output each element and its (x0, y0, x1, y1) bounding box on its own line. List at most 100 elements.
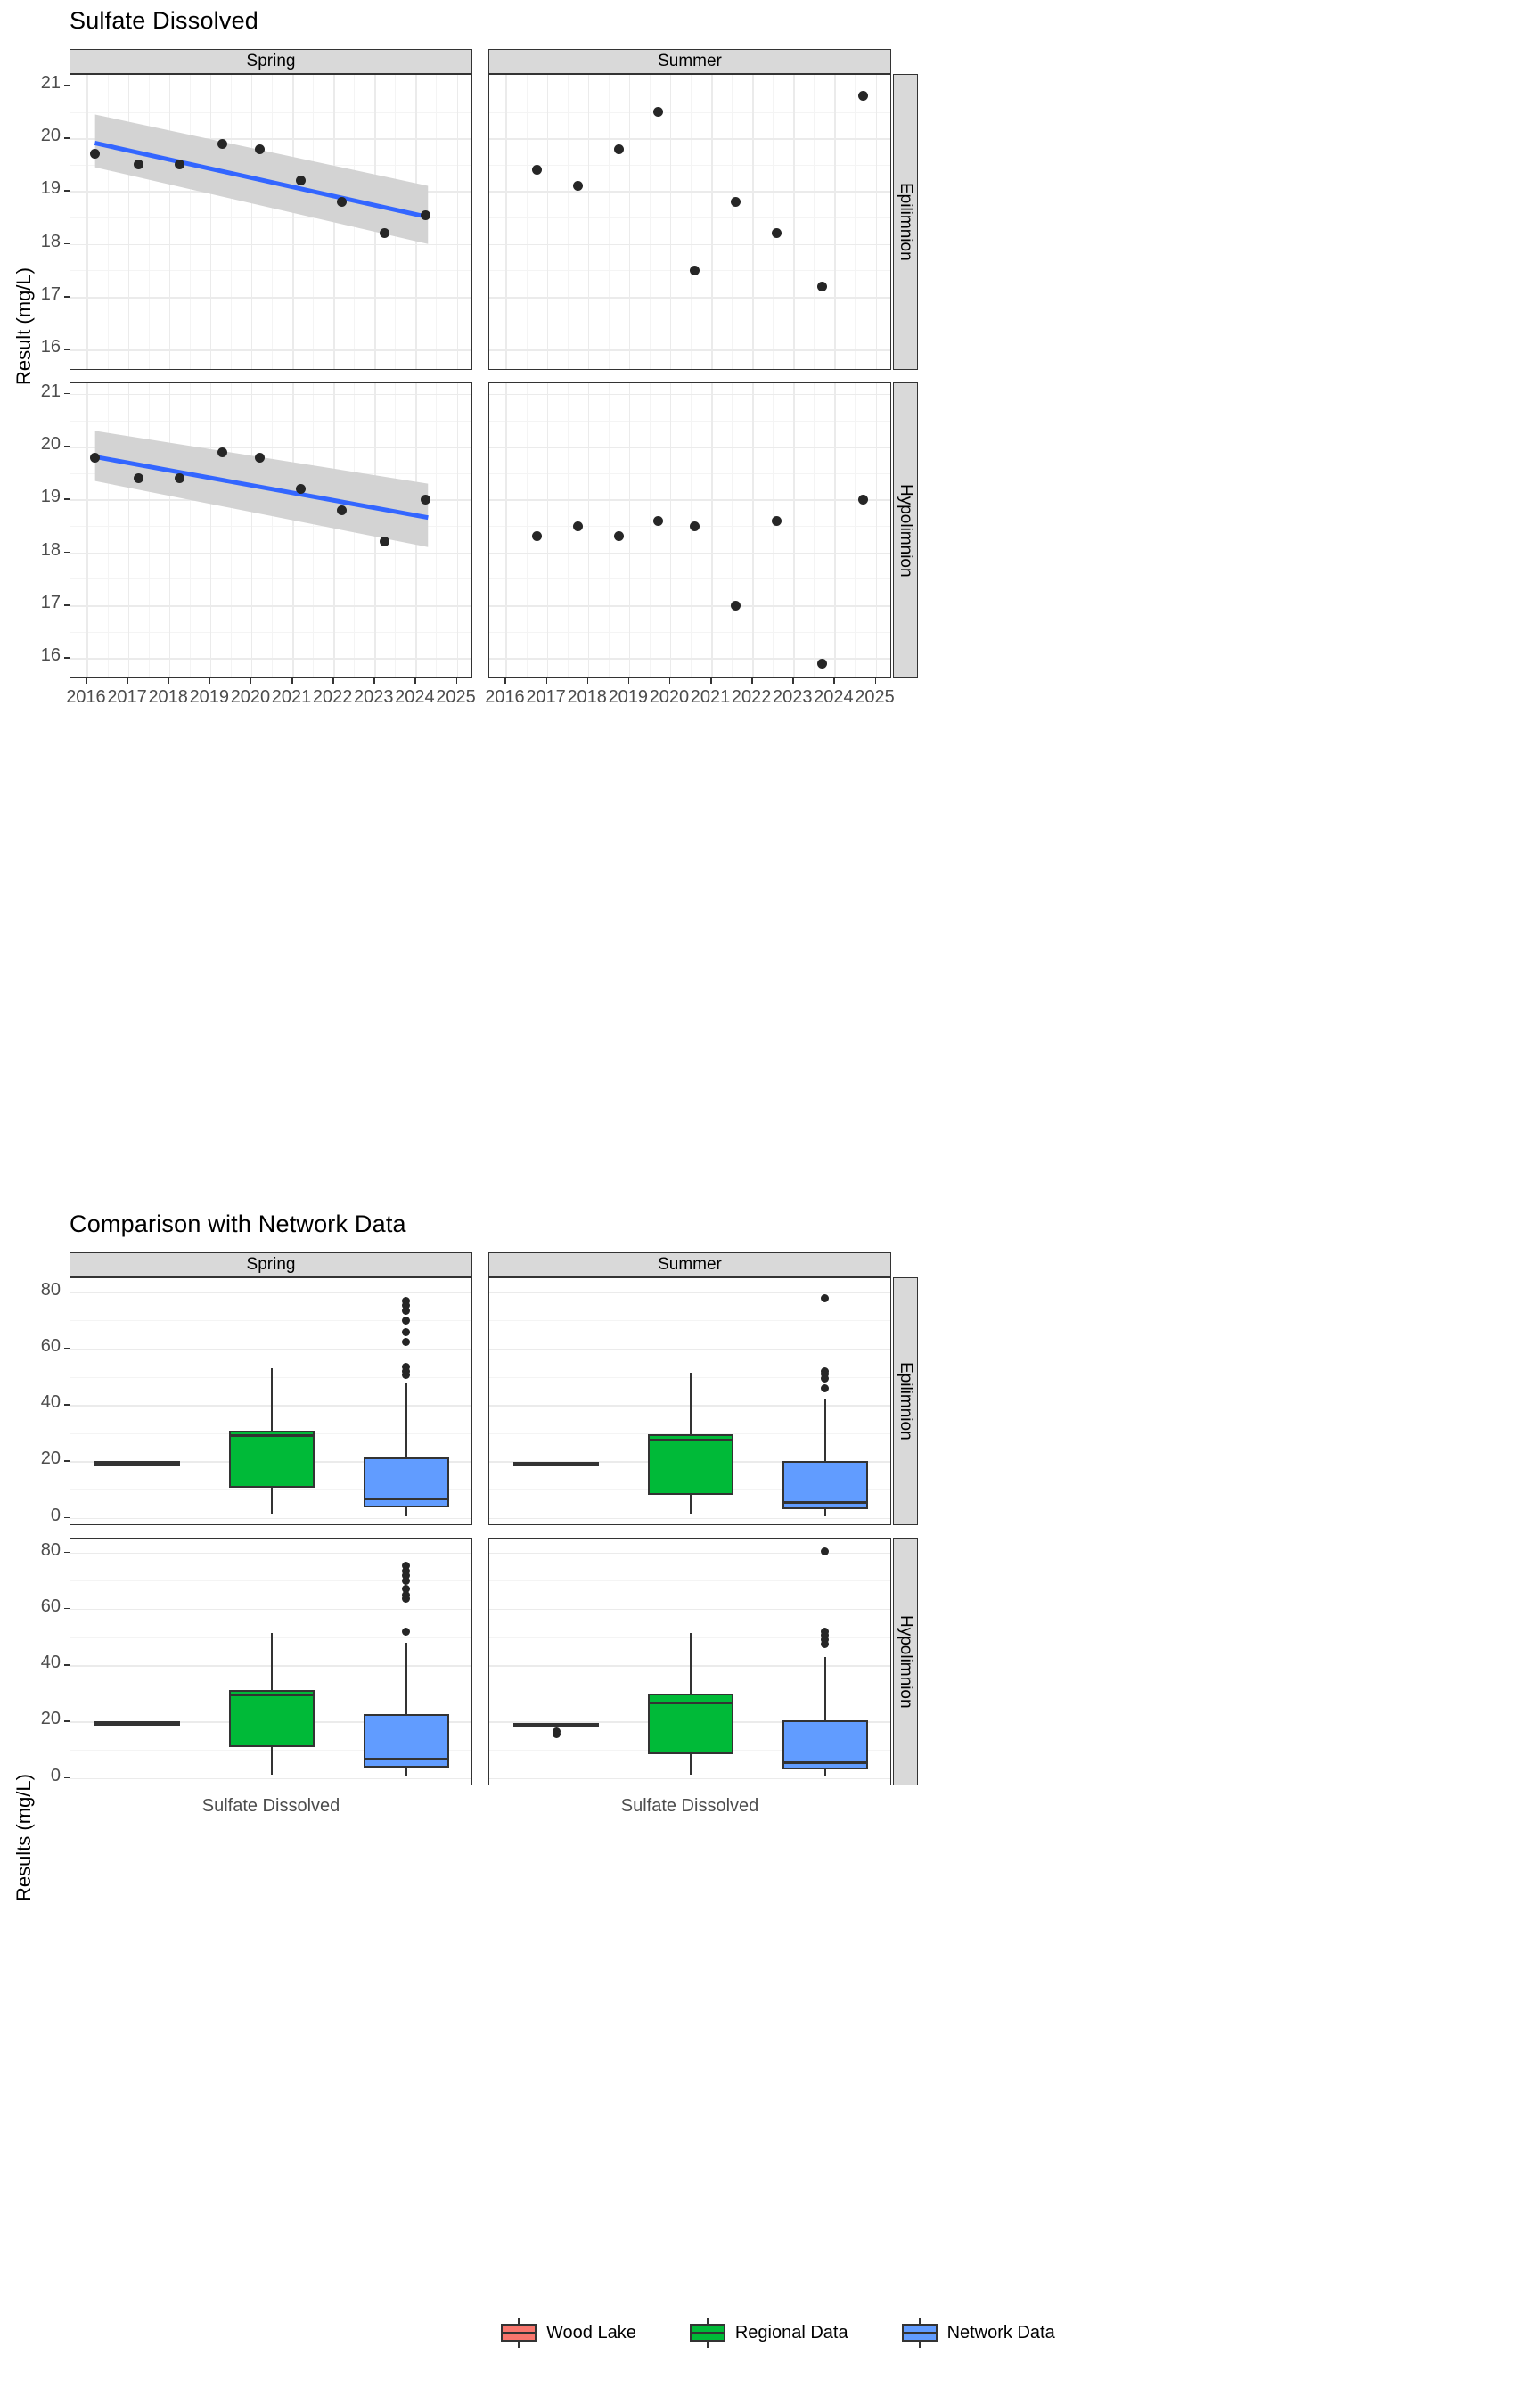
gridline-minor-x (773, 75, 774, 369)
x-tick-mark (710, 678, 712, 684)
x-tick-mark (545, 678, 548, 684)
gridline-major-y (489, 393, 890, 396)
whisker-upper (690, 1372, 692, 1435)
boxplot-outlier (821, 1639, 830, 1648)
gridline-major-x (711, 383, 713, 677)
y-tick-mark (64, 1516, 70, 1519)
figure2-panel-summer-epilimnion (488, 1277, 891, 1525)
gridline-minor-x (814, 383, 815, 677)
figure1-y-tick-label: 18 (40, 539, 61, 560)
data-point (772, 515, 782, 526)
data-point (336, 505, 347, 515)
gridline-minor-x (691, 75, 692, 369)
gridline-major-y (70, 1777, 471, 1780)
whisker-upper (405, 1382, 407, 1457)
boxplot-outlier (821, 1374, 830, 1383)
boxplot-median (782, 1500, 868, 1504)
whisker-lower (271, 1488, 273, 1515)
figure2-y-tick-label: 80 (40, 1279, 61, 1300)
legend-item-regional-data[interactable]: Regional Data (688, 2318, 848, 2348)
gridline-major-x (628, 75, 631, 369)
gridline-minor-x (691, 383, 692, 677)
y-tick-mark (64, 1551, 70, 1554)
gridline-major-y (70, 1348, 471, 1350)
boxplot-median (513, 1461, 600, 1465)
boxplot-median (363, 1758, 449, 1761)
figure1-y-tick-label: 16 (40, 645, 61, 666)
y-tick-mark (64, 392, 70, 395)
legend-key-icon (499, 2318, 538, 2348)
figure2-y-tick-label: 60 (40, 1335, 61, 1356)
data-point (772, 228, 782, 239)
gridline-major-y (489, 1608, 890, 1611)
boxplot-outlier (402, 1327, 411, 1336)
gridline-major-y (489, 297, 890, 299)
x-tick-mark (209, 678, 211, 684)
x-tick-mark (874, 678, 877, 684)
gridline-minor-x (526, 75, 528, 369)
gridline-minor-x (567, 383, 569, 677)
data-point (295, 484, 306, 495)
data-point (531, 531, 542, 542)
data-point (652, 107, 663, 117)
boxplot-outlier (402, 1595, 411, 1604)
gridline-minor-x (732, 383, 733, 677)
boxplot-median (94, 1461, 181, 1465)
data-point (858, 494, 869, 505)
boxplot-box-regional-data (648, 1434, 733, 1496)
gridline-major-x (793, 75, 795, 369)
gridline-major-x (834, 383, 836, 677)
y-tick-mark (64, 1664, 70, 1666)
figure2-column-strip-spring: Spring (70, 1252, 472, 1277)
y-tick-mark (64, 296, 70, 298)
boxplot-median (648, 1439, 733, 1442)
gridline-major-y (489, 138, 890, 140)
gridline-major-x (628, 383, 631, 677)
legend-item-wood-lake[interactable]: Wood Lake (499, 2318, 636, 2348)
boxplot-box-regional-data (229, 1689, 315, 1748)
data-point (90, 452, 101, 463)
gridline-minor-x (649, 383, 651, 677)
boxplot-outlier (402, 1627, 411, 1636)
boxplot-median (229, 1693, 315, 1696)
x-tick-mark (291, 678, 293, 684)
data-point (254, 452, 265, 463)
gridline-major-y (489, 1552, 890, 1555)
whisker-upper (690, 1632, 692, 1694)
whisker-lower (690, 1495, 692, 1515)
x-tick-mark (792, 678, 794, 684)
boxplot-median (648, 1702, 733, 1705)
legend-label: Wood Lake (546, 2322, 636, 2343)
legend-item-network-data[interactable]: Network Data (900, 2318, 1055, 2348)
data-point (295, 176, 306, 186)
data-point (572, 521, 583, 531)
gridline-minor-y (489, 1580, 890, 1582)
figure2-y-tick-label: 60 (40, 1596, 61, 1616)
boxplot-outlier (552, 1730, 561, 1739)
whisker-lower (823, 1509, 826, 1516)
gridline-minor-y (489, 1320, 890, 1322)
data-point (217, 447, 228, 457)
gridline-major-x (669, 75, 672, 369)
gridline-major-y (70, 1608, 471, 1611)
gridline-major-y (489, 605, 890, 607)
x-tick-mark (627, 678, 630, 684)
gridline-major-x (875, 75, 878, 369)
gridline-major-x (505, 75, 507, 369)
boxplot-box-regional-data (229, 1430, 315, 1489)
x-tick-mark (86, 678, 87, 684)
gridline-major-y (489, 349, 890, 351)
boxplot-median (513, 1723, 600, 1726)
data-point (817, 658, 828, 669)
gridline-major-y (489, 1777, 890, 1780)
gridline-major-y (489, 447, 890, 448)
figure1-y-tick-label: 18 (40, 231, 61, 251)
gridline-major-x (546, 383, 549, 677)
gridline-minor-x (608, 383, 610, 677)
y-tick-mark (64, 1607, 70, 1610)
legend-key-icon (688, 2318, 727, 2348)
gridline-major-y (489, 1517, 890, 1520)
x-tick-mark (455, 678, 458, 684)
figure1-y-tick-label: 19 (40, 178, 61, 199)
gridline-major-y (489, 1292, 890, 1294)
